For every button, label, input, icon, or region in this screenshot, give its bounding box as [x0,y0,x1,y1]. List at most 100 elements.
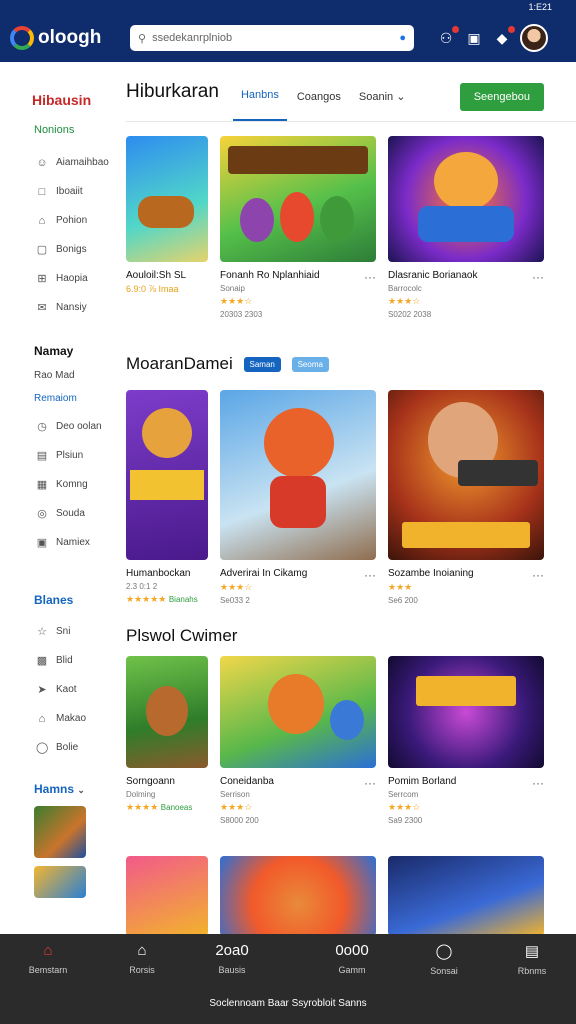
nav-item-home[interactable]: ⌂ Bemstarn [18,942,78,975]
library-icon[interactable]: ▣ [464,28,484,48]
game-title: Sozambe Inoianing [388,568,474,579]
title-banner [416,676,516,706]
star-icon: ☆ [37,626,47,638]
rating-stars-icon: ★★★★★ Bianahs [126,594,198,604]
sidebar-item-label: Pohion [56,215,88,226]
search-input[interactable]: ⚲ ssedekanrplniob ● [130,25,414,51]
rating-stars-icon: ★★★☆ [220,582,253,592]
tab-3[interactable]: Soanin ⌄ [351,90,414,121]
house-outline-icon: ⌂ [137,942,147,959]
nav-item-6[interactable]: ▤ Rbnms [502,942,562,976]
sidebar-item[interactable]: ◯ Bolie [0,733,118,762]
game-meta: Banoeas [160,803,193,812]
game-card[interactable]: Fonanh Ro Nplanhiaid ··· Sonaip ★★★☆ 203… [220,136,376,319]
grid-icon: ▦ [36,479,48,491]
game-card[interactable]: Sorngoann Dolming ★★★★ Banoeas [126,656,208,813]
game-title: Sorngoann [126,776,175,787]
sidebar-section-link[interactable]: Remaiom [0,393,118,404]
sidebar-item[interactable]: ☺ Aiamaihbao [0,148,118,177]
filter-pill[interactable]: Seoma [291,357,329,373]
controller-icon [418,206,514,242]
game-card[interactable] [388,856,544,936]
sidebar-item[interactable]: ▣ Namiex [0,528,118,557]
sidebar-item-label: Iboaiit [56,186,83,197]
sidebar-section-title[interactable]: Hamns ⌄ [0,782,118,796]
primary-action-button[interactable]: Seengebou [459,83,544,111]
chevron-down-icon: ⌄ [396,91,406,103]
rating-stars-icon: ★★★☆ [220,802,253,812]
more-options-icon[interactable]: ··· [532,776,544,790]
bottom-navigation: ⌂ Bemstarn ⌂ Rorsis 2oa0 Bausis 0o00 Gamm ◯ S… [0,934,576,1024]
sidebar-item-label: Souda [56,508,85,519]
more-options-icon[interactable]: ··· [532,568,544,582]
sidebar-item[interactable]: ☆ Sni [0,617,118,646]
sidebar-item[interactable]: ✉ Nansiy [0,293,118,322]
mail-icon: ✉ [37,302,47,314]
sidebar-item[interactable]: ▤ Plsiun [0,441,118,470]
nav-item-5[interactable]: ◯ Sonsai [414,942,474,976]
globe-icon: ◯ [36,742,49,754]
sidebar-item-label: Namiex [56,537,90,548]
game-card[interactable]: Sozambe Inoianing ··· ★★★ Se6 200 [388,390,544,605]
box-icon: □ [38,185,46,198]
sidebar-item[interactable]: ➤ Kaot [0,675,118,704]
sidebar-item[interactable]: ⌂ Pohion [0,206,118,235]
sidebar-item[interactable]: ◎ Souda [0,499,118,528]
avatar[interactable] [520,24,548,52]
tab-bar: Hiburkaran Hanbns Coangos Soanin ⌄ Seeng… [126,62,576,122]
chevron-down-icon: ⌄ [77,785,85,795]
sidebar-item-label: Bonigs [56,244,87,255]
game-card[interactable]: Adverirai In Cikamg ··· ★★★☆ Se033 2 [220,390,376,605]
tab-2[interactable]: Coangos [289,91,349,121]
game-art [388,856,544,936]
game-card[interactable] [220,856,376,936]
more-options-icon[interactable]: ··· [364,776,376,790]
sidebar-category[interactable]: Nonions [0,124,118,136]
game-card[interactable]: Humanbockan 2.3 0:1 2 ★★★★★ Bianahs [126,390,208,605]
search-value: ssedekanrplniob [152,32,233,44]
game-meta: Se6 200 [388,596,418,605]
filter-pill[interactable]: Saman [243,357,281,373]
sidebar-item[interactable]: ▩ Blid [0,646,118,675]
game-card[interactable]: Pomim Borland ··· Serrcom ★★★☆ Sa9 2300 [388,656,544,825]
game-thumbnail[interactable] [34,806,86,858]
game-card[interactable]: Coneidanba ··· Serrison ★★★☆ S8000 200 [220,656,376,825]
search-icon: ⚲ [138,32,147,45]
more-options-icon[interactable]: ··· [364,270,376,284]
sidebar-title: Hibausin [32,92,92,108]
rating-stars-icon: ★★★☆ [220,296,253,306]
game-card[interactable]: Dlasranic Borianaok ··· Barrocolc ★★★☆ S… [388,136,544,319]
nav-item-3[interactable]: 2oa0 Bausis [202,942,262,975]
sidebar-item[interactable]: □ Iboaiit [0,177,118,206]
app-logo[interactable]: oloogh [10,26,130,50]
sidebar-item[interactable]: ▢ Bonigs [0,235,118,264]
more-options-icon[interactable]: ··· [532,270,544,284]
sidebar-item[interactable]: ⌂ Makao [0,704,118,733]
sidebar-item[interactable]: ▦ Komng [0,470,118,499]
character [320,196,354,242]
nav-item-games[interactable]: ⌂ Rorsis [112,942,172,975]
sidebar-item[interactable]: ◷ Deo oolan [0,412,118,441]
sidebar-section-sub[interactable]: Rao Mad [0,370,118,381]
game-art [126,856,208,936]
game-art [126,136,208,262]
sidebar-item[interactable]: ⊞ Haopia [0,264,118,293]
rating-stars-icon: ★★★☆ [388,296,421,306]
rating-stars-icon: ★★★ [388,582,413,592]
game-card[interactable]: Aouloil:Sh SL 6.9:0 ⅞ Imaa [126,136,208,294]
nav-item-4[interactable]: 0o00 Gamm [322,942,382,975]
chart-icon: ▩ [36,655,48,667]
rating-stars-icon: ★★★★ Banoeas [126,802,193,812]
game-card[interactable] [126,856,208,936]
sidebar: Hibausin Nonions ☺ Aiamaihbao □ Iboaiit ⌂ P… [0,62,118,934]
section-title: MoaranDamei Saman Seoma [126,354,329,374]
notification-icon[interactable]: ◆ [492,26,515,48]
tab-1[interactable]: Hanbns [232,89,287,121]
game-thumbnail[interactable] [34,866,86,898]
gamepad-icon[interactable]: ⚇ [436,26,459,48]
logo-icon [10,26,34,50]
game-subtitle: Sonaip [220,284,245,293]
sidebar-item-label: Haopia [56,273,88,284]
more-options-icon[interactable]: ··· [364,568,376,582]
mic-icon[interactable]: ● [399,32,406,44]
